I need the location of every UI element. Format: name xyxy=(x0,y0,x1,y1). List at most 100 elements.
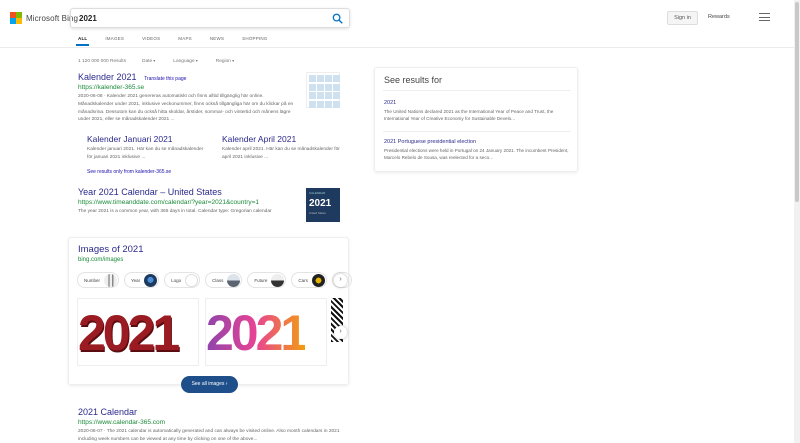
chip-thumbnail xyxy=(271,273,285,287)
result-snippet: 2020-06-07 · The 2021 calendar is automa… xyxy=(78,429,340,442)
calendar-month-cell xyxy=(333,92,340,99)
result-url[interactable]: https://www.timeanddate.com/calendar/?ye… xyxy=(78,199,304,206)
hamburger-menu-icon[interactable] xyxy=(759,13,770,23)
panel-item-title[interactable]: 2021 xyxy=(384,100,572,106)
logo-square-blue xyxy=(10,18,16,24)
calendar-thumbnail[interactable] xyxy=(306,72,340,108)
filter-bar: 1 120 000 000 Results Date Language Regi… xyxy=(78,58,252,65)
see-results-for-panel: See results for 2021 The United Nations … xyxy=(374,67,578,172)
thumb-year: 2021 xyxy=(309,198,332,209)
menu-line xyxy=(759,20,770,22)
search-input[interactable] xyxy=(79,12,329,25)
chip-label: Class xyxy=(212,277,224,283)
result-title-link[interactable]: Kalender 2021 xyxy=(78,72,137,82)
tab-images[interactable]: IMAGES xyxy=(105,36,124,46)
search-result: Year 2021 Calendar – United States https… xyxy=(78,187,304,216)
result-title-link[interactable]: 2021 Calendar xyxy=(78,407,137,417)
panel-item-title[interactable]: 2021 Portuguese presidential election xyxy=(384,139,572,145)
image-digits: 2021 xyxy=(78,305,180,361)
logo-square-yellow xyxy=(16,18,22,24)
calendar-month-cell xyxy=(317,92,324,99)
chip-year[interactable]: Year xyxy=(124,272,160,288)
images-card-url[interactable]: bing.com/images xyxy=(78,257,123,263)
see-all-images-button[interactable]: See all images › xyxy=(181,376,238,393)
calendar-month-cell xyxy=(325,100,332,108)
calendar-2021-thumbnail[interactable]: CALENDAR 2021 United States xyxy=(306,188,340,222)
calendar-month-cell xyxy=(309,92,316,99)
calendar-month-cell xyxy=(325,92,332,99)
calendar-month-cell xyxy=(309,75,316,82)
panel-item-desc: Presidential elections were held in Port… xyxy=(384,148,569,160)
menu-line xyxy=(759,13,770,15)
microsoft-logo-icon xyxy=(10,12,22,24)
calendar-month-cell xyxy=(317,100,324,108)
result-url[interactable]: https://www.calendar-365.com xyxy=(78,419,340,426)
chip-label: Logo xyxy=(171,277,182,283)
calendar-month-cell xyxy=(309,83,316,91)
deeplink: Kalender Januari 2021 Kalender januari 2… xyxy=(87,134,205,162)
result-url[interactable]: https://kalender-365.se xyxy=(78,84,300,91)
calendar-month-cell xyxy=(333,100,340,108)
page-scrollbar[interactable] xyxy=(794,0,800,443)
images-next-arrow[interactable]: › xyxy=(334,326,347,339)
chip-thumbnail xyxy=(104,273,118,287)
chip-future[interactable]: Future xyxy=(247,272,287,288)
rewards-link[interactable]: Rewards xyxy=(708,14,730,20)
images-card: Images of 2021 bing.com/images Number Ye… xyxy=(68,237,352,393)
menu-line xyxy=(759,16,770,18)
search-result: 2021 Calendar https://www.calendar-365.c… xyxy=(78,407,340,443)
deeplink-title[interactable]: Kalender Januari 2021 xyxy=(87,134,205,144)
image-tile[interactable]: 2021 xyxy=(77,298,199,366)
panel-item-desc: The United Nations declared 2021 as the … xyxy=(384,109,554,121)
calendar-month-cell xyxy=(317,83,324,91)
bing-logo[interactable]: Microsoft Bing xyxy=(10,12,78,24)
chip-label: Year xyxy=(131,277,141,283)
tab-all[interactable]: ALL xyxy=(75,36,90,46)
search-box xyxy=(70,8,350,28)
logo-square-red xyxy=(10,12,16,18)
chip-thumbnail xyxy=(311,273,325,287)
see-all-label: See all images xyxy=(191,381,225,387)
tab-shopping[interactable]: SHOPPING xyxy=(242,36,267,46)
tab-news[interactable]: NEWS xyxy=(210,36,224,46)
calendar-month-cell xyxy=(309,100,316,108)
deeplink-snippet: Kalender januari 2021. Här kan du se mån… xyxy=(87,147,204,160)
calendar-month-cell xyxy=(333,75,340,82)
deeplink: Kalender April 2021 Kalender april 2021.… xyxy=(222,134,340,162)
see-results-only-link[interactable]: See results only from kalender-365.se xyxy=(87,169,171,175)
chips-next-arrow[interactable]: › xyxy=(334,274,347,287)
language-filter[interactable]: Language xyxy=(173,58,197,64)
result-snippet: The year 2021 is a common year, with 365… xyxy=(78,209,272,214)
chip-thumbnail xyxy=(144,273,158,287)
result-count: 1 120 000 000 Results xyxy=(78,58,127,64)
scrollbar-thumb[interactable] xyxy=(795,2,799,202)
calendar-month-cell xyxy=(325,83,332,91)
translate-link[interactable]: Translate this page xyxy=(144,76,186,82)
result-snippet: 2020-06-08 · Kalender 2021 genereras aut… xyxy=(78,94,294,123)
chip-number[interactable]: Number xyxy=(77,272,120,288)
thumb-sub: United States xyxy=(309,211,326,215)
chip-cars[interactable]: Cars xyxy=(291,272,327,288)
image-chips: Number Year Logo Class Future Cars C xyxy=(77,272,352,288)
image-tile[interactable]: 2021 xyxy=(205,298,327,366)
chip-logo[interactable]: Logo xyxy=(164,272,201,288)
thumb-tag: CALENDAR xyxy=(309,191,326,195)
logo-square-green xyxy=(16,12,22,18)
panel-title: See results for xyxy=(384,75,443,85)
tab-videos[interactable]: VIDEOS xyxy=(142,36,160,46)
result-title-link[interactable]: Year 2021 Calendar – United States xyxy=(78,187,222,197)
images-card-title[interactable]: Images of 2021 xyxy=(78,244,144,255)
date-filter[interactable]: Date xyxy=(142,58,155,64)
search-icon[interactable] xyxy=(332,13,343,24)
chip-thumbnail xyxy=(227,273,241,287)
chip-class[interactable]: Class xyxy=(205,272,243,288)
panel-item: 2021 The United Nations declared 2021 as… xyxy=(384,100,572,122)
region-filter[interactable]: Region xyxy=(216,58,234,64)
tab-maps[interactable]: MAPS xyxy=(178,36,192,46)
tab-divider xyxy=(0,47,796,48)
sign-in-button[interactable]: Sign in xyxy=(667,11,698,25)
deeplink-snippet: Kalender april 2021. Här kan du se månad… xyxy=(222,147,340,160)
chip-label: Cars xyxy=(298,277,308,283)
deeplink-title[interactable]: Kalender April 2021 xyxy=(222,134,340,144)
search-result: Kalender 2021 Translate this page https:… xyxy=(78,72,300,124)
